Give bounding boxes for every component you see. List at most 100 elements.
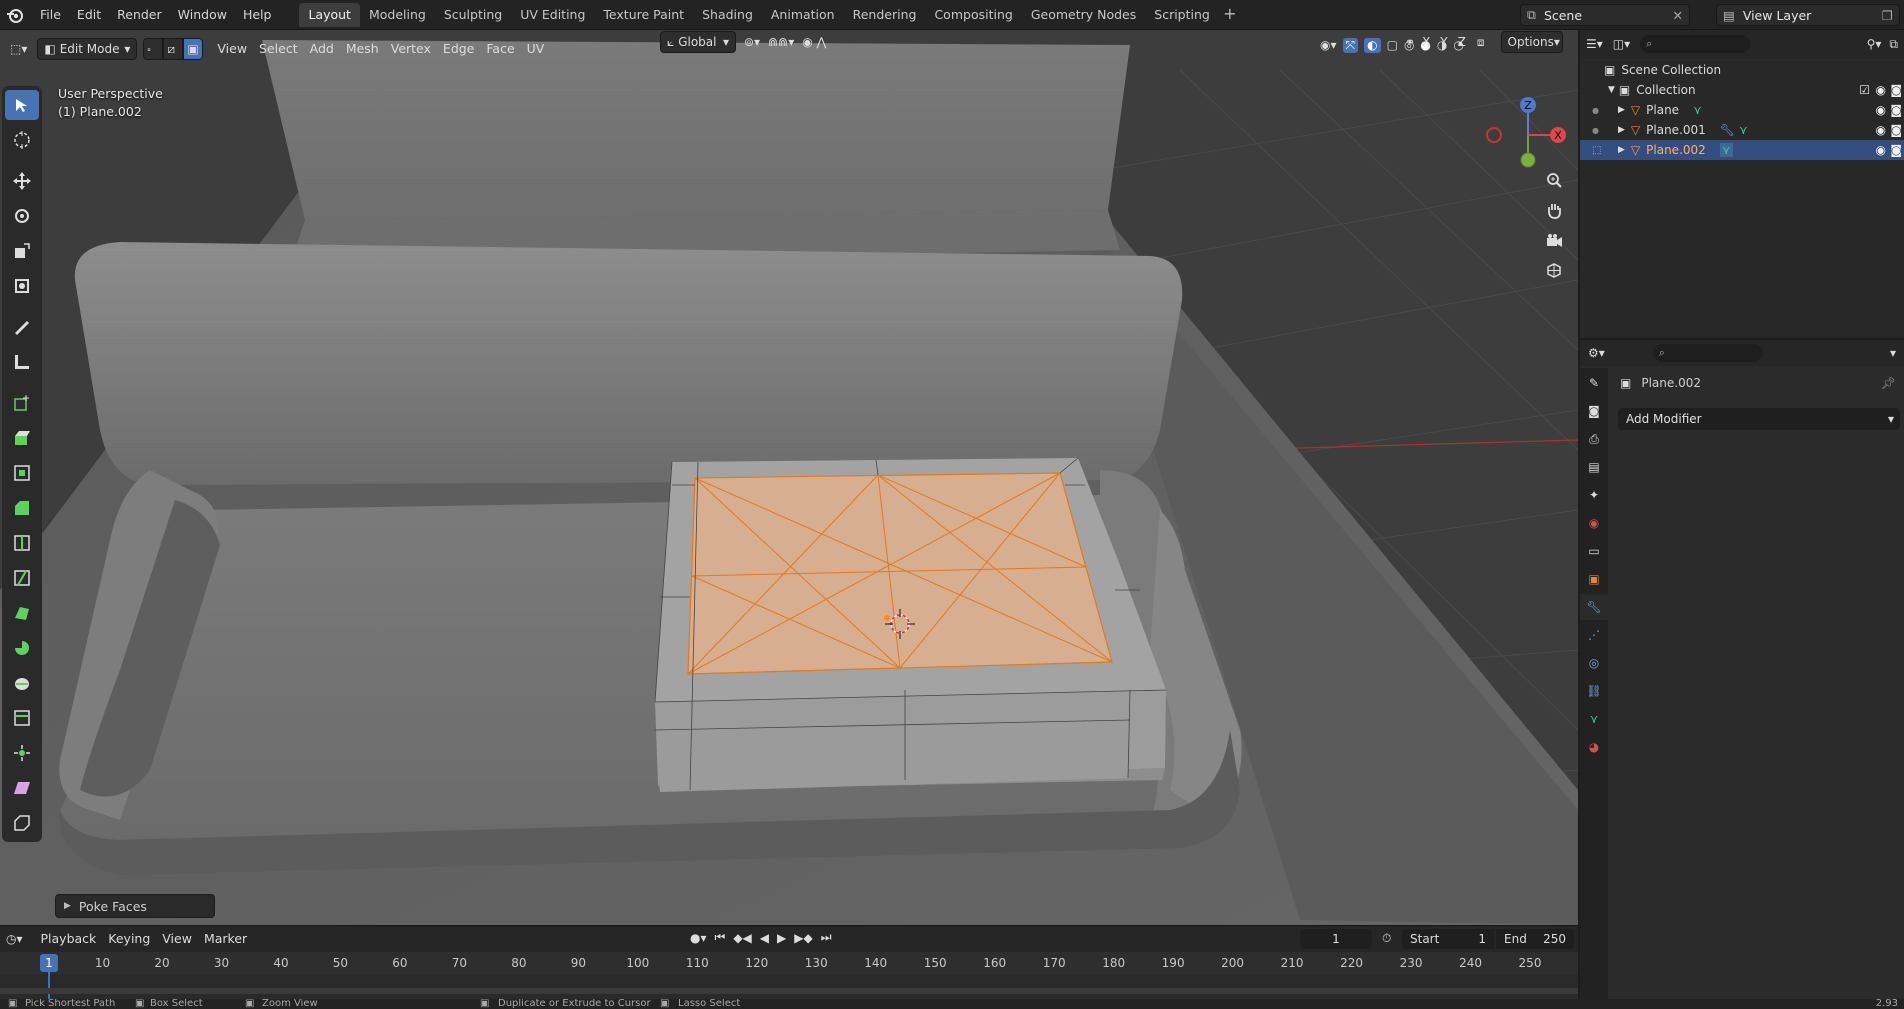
timeline[interactable]: ◷▾ Playback Keying View Marker ●▾ ⏮ ◆◀ ◀ ▶ …	[0, 925, 1578, 1009]
zoom-icon[interactable]	[1540, 166, 1568, 194]
edge-select-icon[interactable]: ⧄	[163, 38, 184, 60]
workspace-tab-layout[interactable]: Layout	[299, 2, 360, 27]
physics-tab-icon[interactable]: ◎	[1580, 650, 1608, 676]
gizmo-toggle-icon[interactable]: ⤧	[1342, 38, 1359, 53]
edge-slide-tool-icon[interactable]	[5, 703, 39, 733]
prev-keyframe-icon[interactable]: ◆◀	[733, 931, 751, 945]
display-mode-icon[interactable]: ◫▾	[1613, 37, 1630, 51]
inset-tool-icon[interactable]	[5, 458, 39, 488]
properties-editor[interactable]: ⚙▾ ⌕ ▾ ✎ ◙ ⎙ ▤ ✦ ◉ ▭ ▣ 🔧︎ ⋰ ◎ ⛓ ⋎ ◕ ▣ Pl…	[1580, 340, 1904, 1009]
add-workspace-button[interactable]: +	[1219, 4, 1241, 26]
menu-render[interactable]: Render	[109, 4, 170, 26]
workspace-tab-rendering[interactable]: Rendering	[844, 3, 926, 27]
filter-icon[interactable]: ⚲▾	[1867, 37, 1882, 51]
overlay-toggle-icon[interactable]: ◐	[1364, 38, 1381, 53]
measure-tool-icon[interactable]	[5, 347, 39, 377]
gizmo-neg-x-icon[interactable]	[1486, 127, 1502, 143]
smooth-tool-icon[interactable]	[5, 668, 39, 698]
editor-type-button[interactable]: ⬚▾	[4, 38, 33, 60]
editor-type-icon[interactable]: ☰▾	[1586, 37, 1603, 51]
vertex-select-icon[interactable]: ⬞	[143, 38, 164, 60]
workspace-tab-scripting[interactable]: Scripting	[1145, 3, 1219, 27]
timeline-ruler[interactable]: 1 10 20 30 40 50 60 70 80 90 100 110 120 130 140 150 160…	[0, 952, 1578, 1009]
visibility-icon[interactable]: ◉▾	[1320, 38, 1337, 53]
outliner-object-row-selected[interactable]: ⬚ ▶ ▽ Plane.002 ⋎ ◉ ◙	[1580, 140, 1904, 160]
menu-window[interactable]: Window	[170, 4, 235, 26]
object-tab-icon[interactable]: ▣	[1580, 566, 1608, 592]
pivot-icon[interactable]: ⊚▾	[744, 35, 760, 49]
particles-tab-icon[interactable]: ⋰	[1580, 622, 1608, 648]
end-frame-field[interactable]: End 250	[1496, 929, 1574, 949]
expand-icon[interactable]: ▶	[1618, 125, 1625, 135]
workspace-tab-animation[interactable]: Animation	[762, 3, 844, 27]
workspace-tab-texture-paint[interactable]: Texture Paint	[594, 3, 693, 27]
workspace-tab-geometry-nodes[interactable]: Geometry Nodes	[1022, 3, 1145, 27]
add-modifier-dropdown[interactable]: Add Modifier ▾	[1618, 408, 1900, 430]
workspace-tab-uv-editing[interactable]: UV Editing	[511, 3, 594, 27]
proportional-edit-icon[interactable]: ◉ ⋀	[802, 35, 826, 49]
viewport-menu-vertex[interactable]: Vertex	[385, 38, 437, 60]
chevron-down-icon[interactable]: ▾	[1890, 346, 1896, 360]
mirror-z-toggle[interactable]: Z	[1455, 35, 1469, 49]
new-collection-icon[interactable]: ⧉	[1889, 37, 1898, 52]
shear-tool-icon[interactable]	[5, 773, 39, 803]
gizmo-y-icon[interactable]	[1520, 152, 1536, 168]
viewport-menu-edge[interactable]: Edge	[437, 38, 480, 60]
next-keyframe-icon[interactable]: ▶◆	[794, 931, 812, 945]
spin-tool-icon[interactable]	[5, 633, 39, 663]
copy-icon[interactable]: ❐	[1882, 8, 1893, 23]
outliner-object-row[interactable]: ● ▶ ▽ Plane ⋎ ◉ ◙	[1580, 100, 1904, 120]
ortho-grid-icon[interactable]	[1540, 256, 1568, 284]
close-icon[interactable]: ✕	[1673, 8, 1683, 23]
modifier-tab-icon[interactable]: 🔧︎	[1580, 594, 1608, 620]
timeline-menu-view[interactable]: View	[156, 928, 198, 950]
camera-icon[interactable]	[1540, 226, 1568, 254]
outliner[interactable]: ☰▾ ◫▾ ⌕ ⚲▾ ⧉ ▣ Scene Collection ▼ ▣ Coll…	[1580, 30, 1904, 338]
scale-tool-icon[interactable]	[5, 236, 39, 266]
loop-cut-tool-icon[interactable]	[5, 528, 39, 558]
timeline-menu-playback[interactable]: Playback	[35, 928, 103, 950]
constraints-tab-icon[interactable]: ⛓	[1580, 678, 1608, 704]
outliner-collection[interactable]: ▼ ▣ Collection ☑ ◉ ◙	[1580, 80, 1904, 100]
collection-tab-icon[interactable]: ▭	[1580, 538, 1608, 564]
face-select-icon[interactable]: ▣	[183, 38, 204, 60]
rip-region-tool-icon[interactable]	[5, 808, 39, 838]
rotate-tool-icon[interactable]	[5, 201, 39, 231]
poly-build-tool-icon[interactable]	[5, 598, 39, 628]
pan-hand-icon[interactable]	[1540, 196, 1568, 224]
current-frame-field[interactable]: 1	[1300, 929, 1372, 949]
timeline-menu-keying[interactable]: Keying	[102, 928, 156, 950]
viewport-menu-face[interactable]: Face	[480, 38, 520, 60]
tool-tab-icon[interactable]: ✎	[1580, 370, 1608, 396]
checkbox-icon[interactable]: ☑	[1859, 83, 1870, 97]
output-tab-icon[interactable]: ⎙	[1580, 426, 1608, 452]
mirror-y-toggle[interactable]: Y	[1437, 35, 1450, 49]
viewport-menu-uv[interactable]: UV	[521, 38, 551, 60]
auto-merge-icon[interactable]: ⧈	[1477, 35, 1485, 50]
camera-render-icon[interactable]: ◙	[1890, 103, 1902, 117]
snap-icon[interactable]: ⋒⋒▾	[768, 35, 794, 49]
scene-selector[interactable]: ⧉ Scene ✕	[1520, 4, 1690, 26]
options-dropdown[interactable]: Options ▾	[1500, 31, 1563, 53]
clock-icon[interactable]: ◷▾	[6, 932, 23, 946]
camera-render-icon[interactable]: ◙	[1890, 123, 1902, 137]
record-icon[interactable]: ●▾	[690, 931, 707, 945]
material-tab-icon[interactable]: ◕	[1580, 734, 1608, 760]
mode-selector[interactable]: ◧ Edit Mode ▾	[37, 38, 138, 60]
timeline-menu-marker[interactable]: Marker	[198, 928, 253, 950]
jump-start-icon[interactable]: ⏮	[715, 930, 726, 945]
move-tool-icon[interactable]	[5, 166, 39, 196]
render-tab-icon[interactable]: ◙	[1580, 398, 1608, 424]
stopwatch-icon[interactable]: ⏱	[1382, 931, 1391, 946]
transform-tool-icon[interactable]	[5, 271, 39, 301]
scene-tab-icon[interactable]: ✦	[1580, 482, 1608, 508]
start-frame-field[interactable]: Start 1	[1402, 929, 1494, 949]
eye-icon[interactable]: ◉	[1876, 103, 1886, 117]
xray-icon[interactable]: ▢	[1387, 38, 1398, 53]
play-icon[interactable]: ▶	[777, 931, 786, 945]
menu-help[interactable]: Help	[235, 4, 280, 26]
3d-viewport[interactable]: ⬚▾ ◧ Edit Mode ▾ ⬞ ⧄ ▣ View Select Add Mesh…	[0, 30, 1578, 925]
camera-render-icon[interactable]: ◙	[1890, 83, 1902, 97]
viewport-menu-add[interactable]: Add	[304, 38, 340, 60]
expand-icon[interactable]: ▶	[1618, 145, 1625, 155]
